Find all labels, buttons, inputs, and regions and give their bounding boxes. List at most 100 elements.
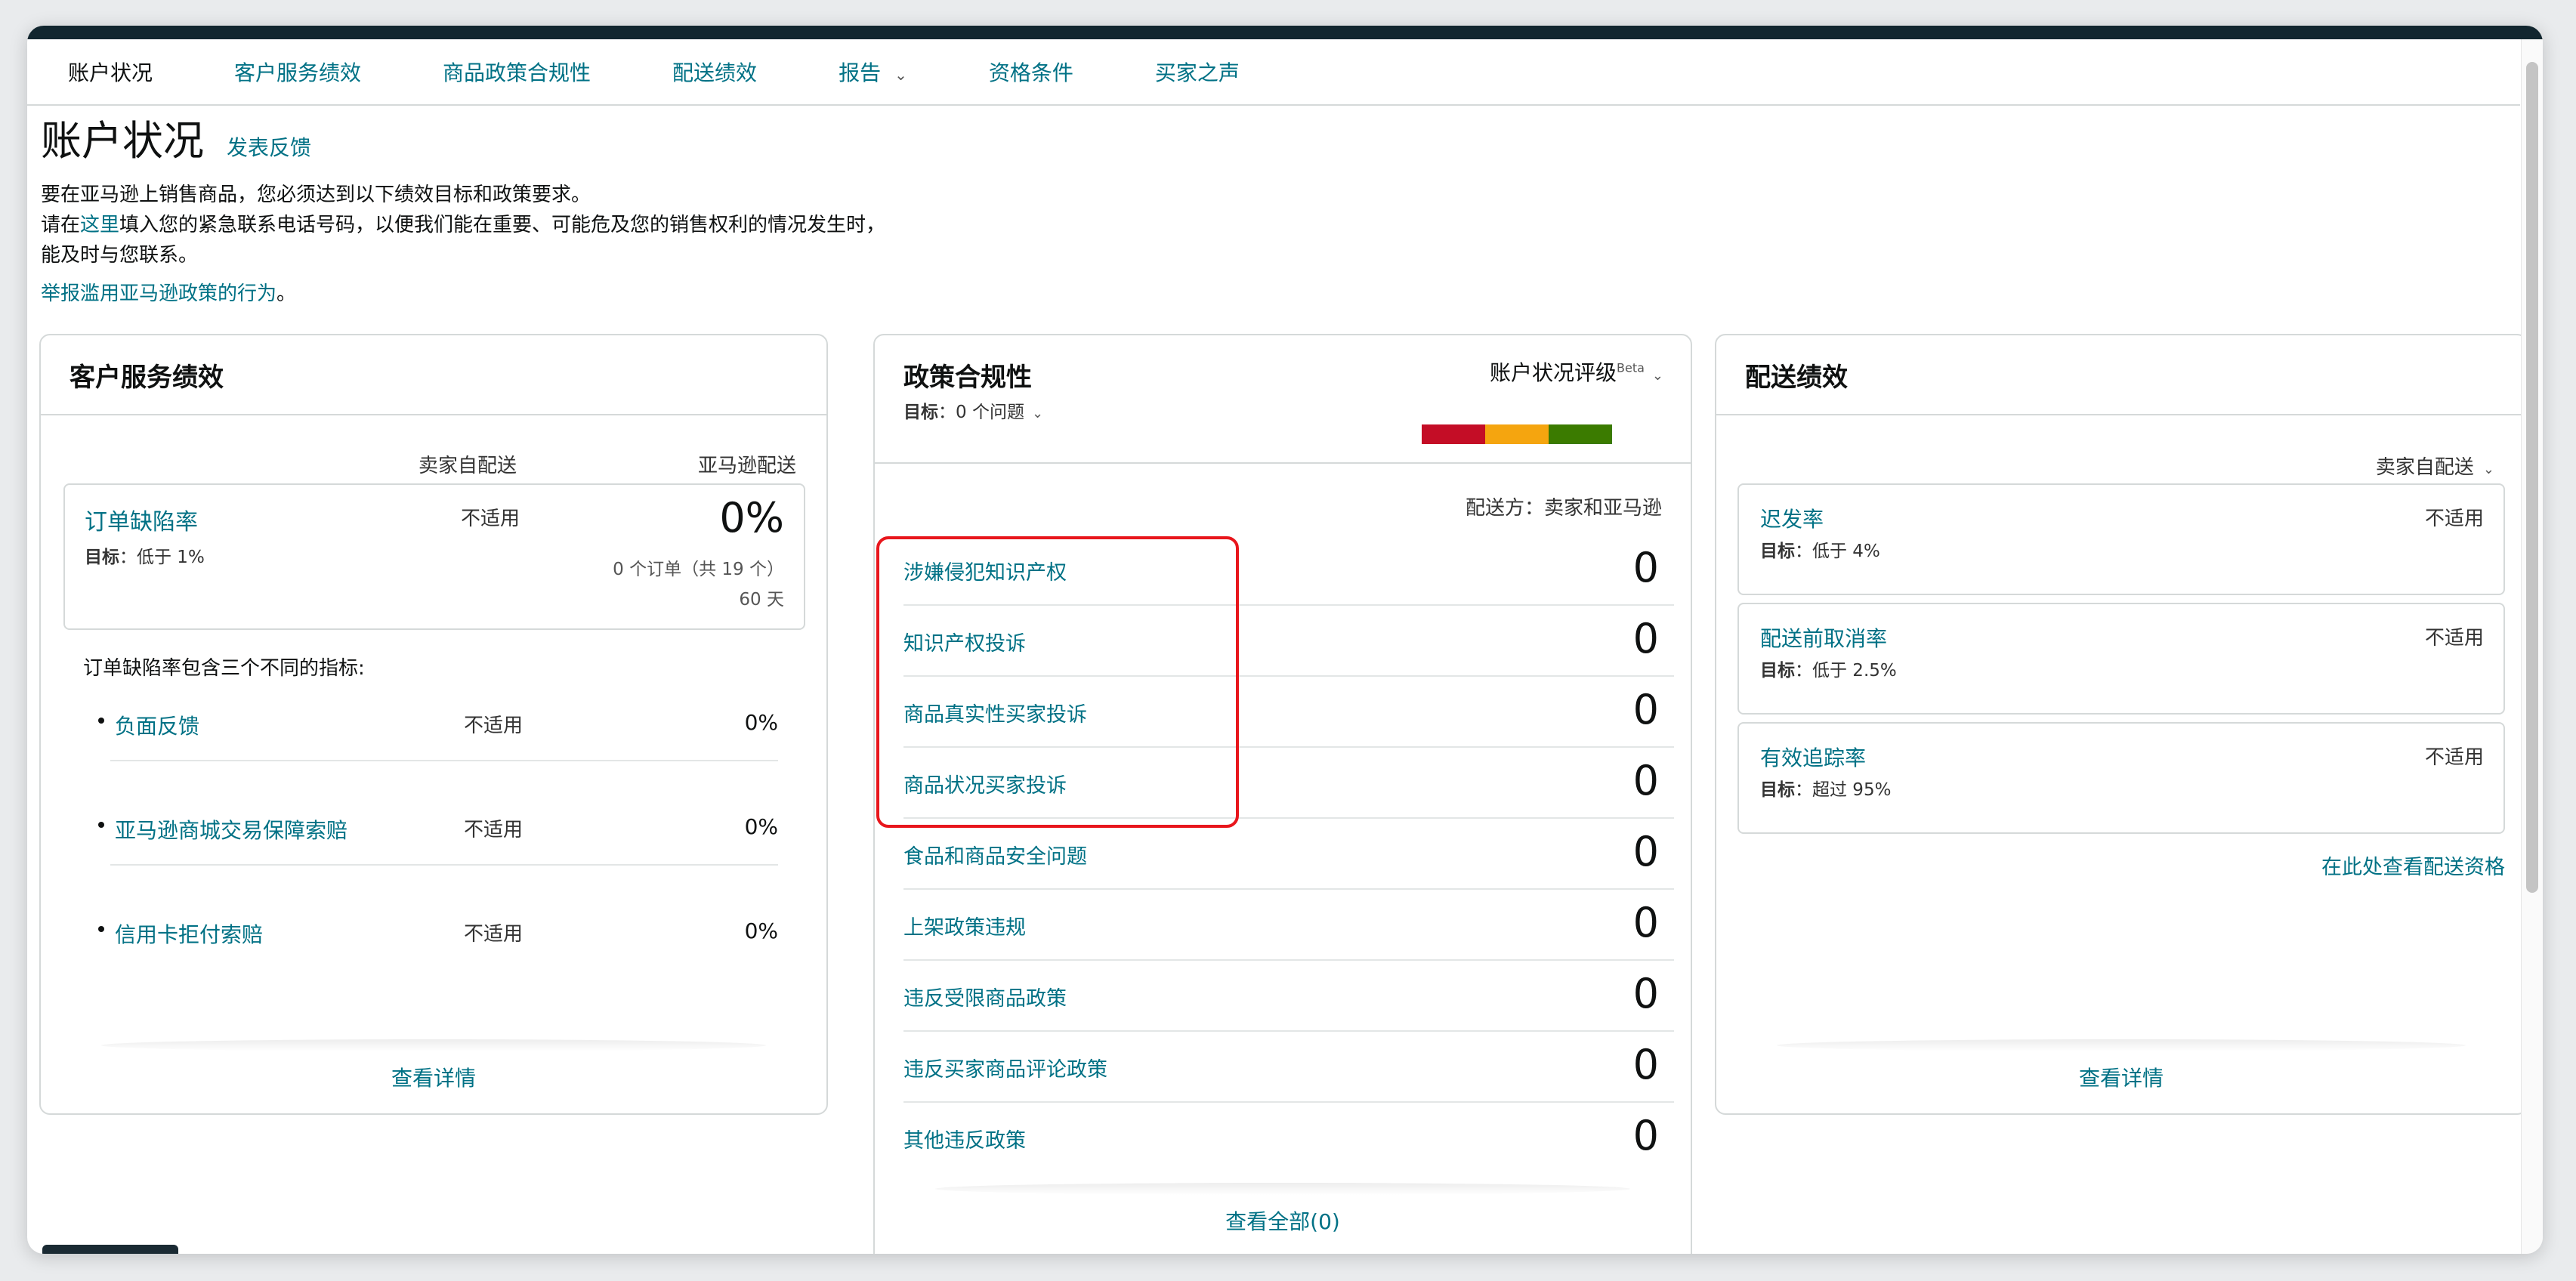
contact-here-link[interactable]: 这里 bbox=[80, 214, 119, 236]
customer-service-card: 客户服务绩效 卖家自配送 亚马逊配送 订单缺陷率 目标：低于 1% 不适用 0%… bbox=[39, 334, 828, 1115]
cancellation-target: 目标：低于 2.5% bbox=[1760, 656, 1897, 681]
table-row: 食品和商品安全问题 0 bbox=[903, 819, 1674, 890]
shipping-eligibility-link[interactable]: 在此处查看配送资格 bbox=[2321, 850, 2505, 880]
odr-target: 目标：低于 1% bbox=[85, 542, 205, 568]
target-value: ：低于 2.5% bbox=[1795, 661, 1897, 681]
other-policy-link[interactable]: 其他违反政策 bbox=[903, 1124, 1026, 1153]
footer-shade bbox=[1777, 1039, 2466, 1051]
valid-tracking-link[interactable]: 有效追踪率 bbox=[1760, 742, 1866, 772]
fulfilment-selector[interactable]: 卖家自配送 ⌄ bbox=[2376, 452, 2494, 480]
odr-seller-value: 不适用 bbox=[461, 508, 520, 530]
intro-line-1: 要在亚马逊上销售商品，您必须达到以下绩效目标和政策要求。 bbox=[41, 184, 591, 206]
policy-target-dropdown[interactable]: 目标：0 个问题 ⌄ bbox=[903, 397, 1043, 423]
odr-target-label: 目标 bbox=[85, 548, 119, 567]
tab-account-health[interactable]: 账户状况 bbox=[27, 57, 193, 87]
target-value: ：超过 95% bbox=[1795, 780, 1892, 800]
review-policy-link[interactable]: 违反买家商品评论政策 bbox=[903, 1053, 1107, 1082]
item-seller-value: 不适用 bbox=[464, 715, 524, 737]
customer-service-footer: 查看详情 bbox=[41, 1039, 826, 1113]
tab-customer-service[interactable]: 客户服务绩效 bbox=[193, 57, 402, 87]
shipping-details-link[interactable]: 查看详情 bbox=[1716, 1062, 2526, 1092]
shipping-footer: 查看详情 bbox=[1716, 1039, 2526, 1113]
fulfilment-channel: 配送方：卖家和亚马逊 bbox=[1465, 497, 1662, 520]
chevron-down-icon: ⌄ bbox=[894, 66, 907, 84]
late-shipment-value: 不适用 bbox=[2424, 508, 2484, 530]
negative-feedback-link[interactable]: 负面反馈 bbox=[115, 710, 199, 740]
annotation-highlight-box bbox=[876, 536, 1239, 828]
row-count: 0 bbox=[1632, 686, 1659, 733]
row-count: 0 bbox=[1632, 1041, 1659, 1088]
shipping-title: 配送绩效 bbox=[1745, 363, 1848, 393]
table-row: 违反受限商品政策 0 bbox=[903, 961, 1674, 1032]
bullet-icon bbox=[98, 822, 104, 828]
valid-tracking-box: 有效追踪率 目标：超过 95% 不适用 bbox=[1737, 722, 2505, 834]
chargeback-claims-link[interactable]: 信用卡拒付索赔 bbox=[115, 918, 263, 949]
rating-bar bbox=[1422, 424, 1612, 444]
tab-shipping-performance[interactable]: 配送绩效 bbox=[632, 57, 798, 87]
beta-badge: Beta bbox=[1617, 360, 1645, 375]
tab-policy-compliance[interactable]: 商品政策合规性 bbox=[402, 57, 632, 87]
customer-service-header: 客户服务绩效 bbox=[41, 335, 826, 415]
row-count: 0 bbox=[1632, 899, 1659, 946]
item-seller-value: 不适用 bbox=[464, 819, 524, 841]
rating-label: 账户状况评级 bbox=[1489, 360, 1617, 385]
cancellation-value: 不适用 bbox=[2424, 627, 2484, 650]
odr-link[interactable]: 订单缺陷率 bbox=[85, 503, 198, 536]
a-to-z-claims-link[interactable]: 亚马逊商城交易保障索赔 bbox=[115, 814, 347, 844]
shipping-performance-card: 配送绩效 卖家自配送 ⌄ 迟发率 目标：低于 4% 不适用 配送前取消率 目标：低… bbox=[1715, 334, 2528, 1115]
account-health-rating-dropdown[interactable]: 账户状况评级Beta ⌄ bbox=[1490, 357, 1663, 387]
target-value: ：低于 4% bbox=[1795, 542, 1880, 561]
table-row: 其他违反政策 0 bbox=[903, 1103, 1659, 1174]
report-abuse-link[interactable]: 举报滥用亚马逊政策的行为 bbox=[41, 282, 276, 305]
page-title: 账户状况 bbox=[41, 117, 204, 165]
table-row: 违反买家商品评论政策 0 bbox=[903, 1032, 1674, 1103]
item-amazon-value: 0% bbox=[744, 710, 778, 735]
rating-bar-red bbox=[1422, 424, 1485, 444]
report-abuse-period: 。 bbox=[276, 282, 297, 305]
rating-bar-yellow bbox=[1485, 424, 1549, 444]
divider bbox=[110, 760, 778, 761]
col-seller-fulfilled: 卖家自配送 bbox=[419, 455, 517, 477]
tab-reports[interactable]: 报告 ⌄ bbox=[798, 57, 948, 87]
rating-bar-green bbox=[1549, 424, 1612, 444]
scrollbar-thumb[interactable] bbox=[2526, 62, 2538, 893]
row-count: 0 bbox=[1632, 1112, 1659, 1159]
late-shipment-box: 迟发率 目标：低于 4% 不适用 bbox=[1737, 483, 2505, 595]
policy-footer: 查看全部(0) bbox=[875, 1183, 1691, 1254]
item-amazon-value: 0% bbox=[744, 918, 778, 943]
intro-post: 填入您的紧急联系电话号码，以便我们能在重要、可能危及您的销售权利的情况发生时，能… bbox=[41, 214, 886, 267]
odr-days: 60 天 bbox=[739, 590, 784, 610]
pre-fulfil-cancel-link[interactable]: 配送前取消率 bbox=[1760, 622, 1887, 653]
customer-service-title: 客户服务绩效 bbox=[69, 363, 224, 393]
footer-shade bbox=[101, 1039, 766, 1051]
intro-pre: 请在 bbox=[41, 214, 81, 236]
scrollbar-track[interactable] bbox=[2521, 39, 2543, 1254]
shipping-header: 配送绩效 bbox=[1716, 335, 2526, 415]
odr-amazon-value: 0% bbox=[719, 494, 784, 542]
list-item: 信用卡拒付索赔 不适用 0% bbox=[98, 918, 778, 1021]
listing-policy-link[interactable]: 上架政策违规 bbox=[903, 911, 1026, 940]
policy-title: 政策合规性 bbox=[903, 363, 1032, 393]
valid-tracking-value: 不适用 bbox=[2424, 746, 2484, 769]
restricted-products-link[interactable]: 违反受限商品政策 bbox=[903, 982, 1067, 1011]
customer-service-details-link[interactable]: 查看详情 bbox=[41, 1062, 826, 1092]
bullet-icon bbox=[98, 926, 104, 932]
target-label: 目标 bbox=[1760, 542, 1795, 561]
feedback-link[interactable]: 发表反馈 bbox=[227, 131, 311, 162]
tab-eligibility[interactable]: 资格条件 bbox=[948, 57, 1114, 87]
cancellation-box: 配送前取消率 目标：低于 2.5% 不适用 bbox=[1737, 603, 2505, 715]
tab-voice-of-customer[interactable]: 买家之声 bbox=[1114, 57, 1280, 87]
list-item: 负面反馈 不适用 0% bbox=[98, 710, 778, 813]
view-all-link[interactable]: 查看全部(0) bbox=[875, 1205, 1691, 1236]
table-row: 上架政策违规 0 bbox=[903, 890, 1674, 961]
top-bar bbox=[27, 26, 2543, 39]
title-row: 账户状况 发表反馈 bbox=[41, 107, 311, 167]
row-count: 0 bbox=[1632, 970, 1659, 1017]
valid-tracking-target: 目标：超过 95% bbox=[1760, 775, 1891, 801]
food-safety-link[interactable]: 食品和商品安全问题 bbox=[903, 840, 1087, 869]
intro-text: 要在亚马逊上销售商品，您必须达到以下绩效目标和政策要求。 请在这里填入您的紧急联… bbox=[41, 180, 887, 270]
col-amazon-fulfilled: 亚马逊配送 bbox=[697, 455, 796, 477]
report-abuse: 举报滥用亚马逊政策的行为。 bbox=[41, 278, 296, 306]
footer-shade bbox=[935, 1183, 1630, 1195]
late-shipment-link[interactable]: 迟发率 bbox=[1760, 503, 1824, 533]
